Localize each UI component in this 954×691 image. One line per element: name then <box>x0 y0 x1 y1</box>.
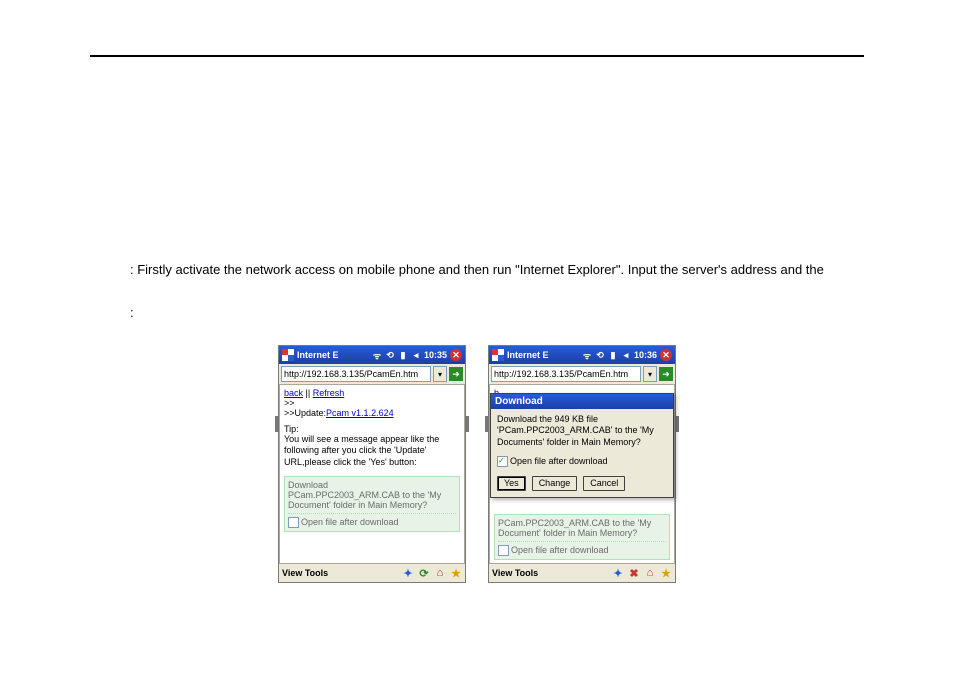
yes-button[interactable]: Yes <box>497 476 526 491</box>
device-notch-icon <box>485 416 488 432</box>
favorites-icon[interactable]: ★ <box>450 567 462 579</box>
dialog-title: Download <box>491 394 673 409</box>
dropdown-icon[interactable]: ▾ <box>643 366 657 382</box>
checkbox-icon <box>288 517 299 528</box>
speaker-icon: ◂ <box>411 350 421 360</box>
device-screenshot-2: Internet E ᯤ ⟲ ▮ ◂ 10:36 ✕ ▾ ➜ b <box>488 345 676 583</box>
info-body: PCam.PPC2003_ARM.CAB to the 'My Document… <box>288 490 456 510</box>
tip-label: Tip: <box>284 424 299 434</box>
speaker-icon: ◂ <box>621 350 631 360</box>
toolbar-label[interactable]: View Tools <box>282 568 328 578</box>
sync-icon: ⟲ <box>385 350 395 360</box>
url-input[interactable] <box>491 366 641 382</box>
stop-icon[interactable]: ✖ <box>628 567 640 579</box>
dialog-actions: Yes Change Cancel <box>491 472 673 497</box>
close-icon[interactable]: ✕ <box>660 349 672 361</box>
refresh-link[interactable]: Refresh <box>313 388 345 398</box>
sync-icon: ⟲ <box>595 350 605 360</box>
window-title: Internet E <box>297 350 369 360</box>
change-button[interactable]: Change <box>532 476 578 491</box>
windows-flag-icon <box>282 349 294 361</box>
paragraph-2: : <box>90 305 864 320</box>
browser-viewport: b Download Download the 949 KB file 'PCa… <box>489 385 675 563</box>
refresh-icon[interactable]: ⟳ <box>418 567 430 579</box>
close-icon[interactable]: ✕ <box>450 349 462 361</box>
browser-viewport: back || Refresh >> >>Update:Pcam v1.1.2.… <box>279 385 465 563</box>
screenshot-row: Internet E ᯤ ⟲ ▮ ◂ 10:35 ✕ ▾ ➜ back || R… <box>90 345 864 583</box>
dialog-checkbox-label: Open file after download <box>510 456 608 466</box>
device-notch-icon <box>275 416 278 432</box>
clock-label: 10:35 <box>424 350 447 360</box>
download-preview-box: Download PCam.PPC2003_ARM.CAB to the 'My… <box>284 476 460 532</box>
nav-icon[interactable]: ✦ <box>402 567 414 579</box>
cancel-button[interactable]: Cancel <box>583 476 625 491</box>
go-icon[interactable]: ➜ <box>449 367 463 381</box>
update-link[interactable]: Pcam v1.1.2.624 <box>326 408 394 418</box>
document-page: : Firstly activate the network access on… <box>0 55 954 691</box>
windows-flag-icon <box>492 349 504 361</box>
device-screenshot-1: Internet E ᯤ ⟲ ▮ ◂ 10:35 ✕ ▾ ➜ back || R… <box>278 345 466 583</box>
address-bar: ▾ ➜ <box>279 364 465 385</box>
arrows-text: >> <box>284 398 460 408</box>
signal-icon: ▮ <box>608 350 618 360</box>
info-title: Download <box>288 480 456 490</box>
dropdown-icon[interactable]: ▾ <box>433 366 447 382</box>
info-body: PCam.PPC2003_ARM.CAB to the 'My Document… <box>498 518 666 538</box>
favorites-icon[interactable]: ★ <box>660 567 672 579</box>
download-preview-box: PCam.PPC2003_ARM.CAB to the 'My Document… <box>494 514 670 560</box>
toolbar-label[interactable]: View Tools <box>492 568 538 578</box>
window-title: Internet E <box>507 350 579 360</box>
tip-text: You will see a message appear like the f… <box>284 434 460 468</box>
paragraph-1: : Firstly activate the network access on… <box>90 262 864 277</box>
bottom-toolbar: View Tools ✦ ✖ ⌂ ★ <box>489 563 675 582</box>
go-icon[interactable]: ➜ <box>659 367 673 381</box>
nav-icon[interactable]: ✦ <box>612 567 624 579</box>
divider <box>498 541 666 542</box>
horizontal-rule <box>90 55 864 57</box>
bottom-toolbar: View Tools ✦ ⟳ ⌂ ★ <box>279 563 465 582</box>
device-notch-icon <box>676 416 679 432</box>
checkbox-icon <box>498 545 509 556</box>
divider <box>288 513 456 514</box>
signal-icon: ▮ <box>398 350 408 360</box>
download-dialog: Download Download the 949 KB file 'PCam.… <box>490 393 674 498</box>
address-bar: ▾ ➜ <box>489 364 675 385</box>
separator: || <box>306 388 313 398</box>
home-icon[interactable]: ⌂ <box>644 567 656 579</box>
back-link[interactable]: back <box>284 388 303 398</box>
connectivity-icon: ᯤ <box>582 350 592 360</box>
home-icon[interactable]: ⌂ <box>434 567 446 579</box>
url-input[interactable] <box>281 366 431 382</box>
info-checkbox-label: Open file after download <box>511 545 609 555</box>
checkbox-icon[interactable] <box>497 456 508 467</box>
device-notch-icon <box>466 416 469 432</box>
clock-label: 10:36 <box>634 350 657 360</box>
info-checkbox-label: Open file after download <box>301 517 399 527</box>
dialog-body-text: Download the 949 KB file 'PCam.PPC2003_A… <box>497 414 667 448</box>
window-titlebar: Internet E ᯤ ⟲ ▮ ◂ 10:36 ✕ <box>489 346 675 364</box>
window-titlebar: Internet E ᯤ ⟲ ▮ ◂ 10:35 ✕ <box>279 346 465 364</box>
update-label: >>Update: <box>284 408 326 418</box>
connectivity-icon: ᯤ <box>372 350 382 360</box>
